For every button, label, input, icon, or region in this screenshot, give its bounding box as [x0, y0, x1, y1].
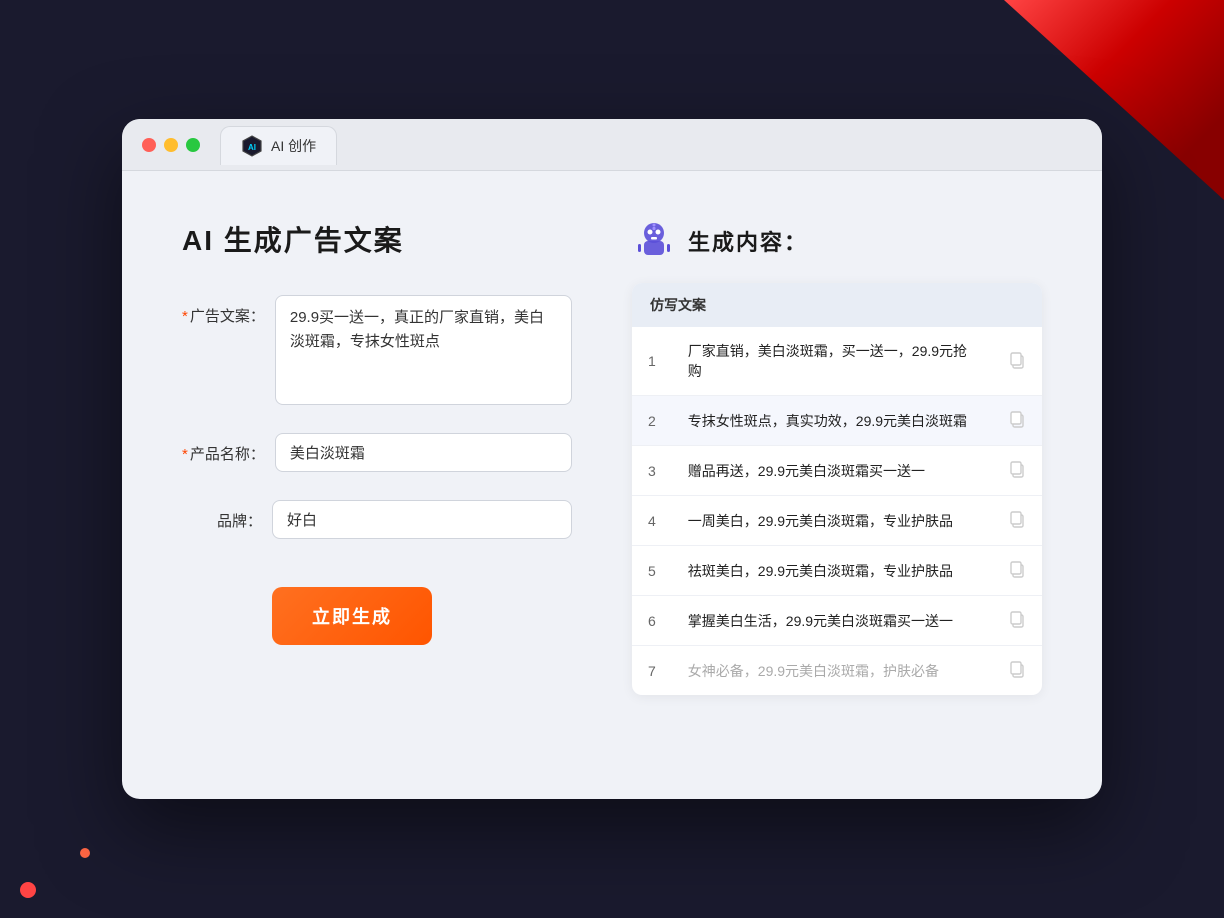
ad-copy-input[interactable]: 29.9买一送一，真正的厂家直销，美白淡斑霜，专抹女性斑点 [275, 295, 572, 405]
table-row: 3赠品再送，29.9元美白淡斑霜买一送一 [632, 446, 1042, 496]
product-name-input[interactable] [275, 433, 572, 472]
copy-button[interactable] [1008, 465, 1026, 481]
page-title: AI 生成广告文案 [182, 219, 572, 259]
browser-tab[interactable]: AI AI 创作 [220, 126, 337, 165]
table-row: 5祛斑美白，29.9元美白淡斑霜，专业护肤品 [632, 546, 1042, 596]
row-text: 一周美白，29.9元美白淡斑霜，专业护肤品 [672, 496, 992, 546]
copy-button[interactable] [1008, 515, 1026, 531]
left-panel: AI 生成广告文案 *广告文案： 29.9买一送一，真正的厂家直销，美白淡斑霜，… [182, 219, 572, 751]
traffic-light-minimize[interactable] [164, 138, 178, 152]
generate-button[interactable]: 立即生成 [272, 587, 432, 645]
browser-window: AI AI 创作 AI 生成广告文案 *广告文案： 29.9买一送一，真正的厂家… [122, 119, 1102, 799]
copy-cell [992, 596, 1042, 646]
row-number: 1 [632, 327, 672, 396]
tab-label: AI 创作 [271, 136, 316, 156]
copy-cell [992, 646, 1042, 696]
row-number: 6 [632, 596, 672, 646]
copy-button[interactable] [1008, 356, 1026, 372]
brand-label: 品牌： [182, 500, 272, 531]
copy-cell [992, 327, 1042, 396]
row-text: 女神必备，29.9元美白淡斑霜，护肤必备 [672, 646, 992, 696]
form-group-brand: 品牌： [182, 500, 572, 539]
brand-input[interactable] [272, 500, 572, 539]
traffic-lights [142, 138, 200, 152]
copy-button[interactable] [1008, 415, 1026, 431]
row-text: 赠品再送，29.9元美白淡斑霜买一送一 [672, 446, 992, 496]
row-text: 掌握美白生活，29.9元美白淡斑霜买一送一 [672, 596, 992, 646]
form-group-product-name: *产品名称： [182, 433, 572, 472]
copy-button[interactable] [1008, 615, 1026, 631]
table-row: 4一周美白，29.9元美白淡斑霜，专业护肤品 [632, 496, 1042, 546]
copy-cell [992, 396, 1042, 446]
result-table: 仿写文案 1厂家直销，美白淡斑霜，买一送一，29.9元抢购2专抹女性斑点，真实功… [632, 283, 1042, 695]
copy-cell [992, 546, 1042, 596]
copy-cell [992, 446, 1042, 496]
product-name-label: *产品名称： [182, 433, 275, 464]
ai-tab-icon: AI [241, 135, 263, 157]
right-panel: 生成内容： 仿写文案 1厂家直销，美白淡斑霜，买一送一，29.9元抢购2专抹女性… [632, 219, 1042, 751]
traffic-light-close[interactable] [142, 138, 156, 152]
bg-decoration-bottom-left [0, 778, 160, 918]
table-row: 1厂家直销，美白淡斑霜，买一送一，29.9元抢购 [632, 327, 1042, 396]
row-text: 厂家直销，美白淡斑霜，买一送一，29.9元抢购 [672, 327, 992, 396]
form-group-ad-copy: *广告文案： 29.9买一送一，真正的厂家直销，美白淡斑霜，专抹女性斑点 [182, 295, 572, 405]
copy-button[interactable] [1008, 665, 1026, 681]
row-text: 专抹女性斑点，真实功效，29.9元美白淡斑霜 [672, 396, 992, 446]
row-number: 3 [632, 446, 672, 496]
row-number: 2 [632, 396, 672, 446]
row-number: 5 [632, 546, 672, 596]
table-header: 仿写文案 [632, 283, 1042, 327]
robot-icon [632, 219, 676, 263]
copy-cell [992, 496, 1042, 546]
ad-copy-label: *广告文案： [182, 295, 275, 326]
svg-text:AI: AI [248, 143, 256, 152]
copy-button[interactable] [1008, 565, 1026, 581]
result-header: 生成内容： [632, 219, 1042, 263]
required-star-product: * [182, 446, 188, 463]
browser-content: AI 生成广告文案 *广告文案： 29.9买一送一，真正的厂家直销，美白淡斑霜，… [122, 171, 1102, 799]
row-number: 4 [632, 496, 672, 546]
result-title: 生成内容： [688, 225, 808, 257]
browser-titlebar: AI AI 创作 [122, 119, 1102, 171]
required-star-ad: * [182, 308, 188, 325]
table-row: 6掌握美白生活，29.9元美白淡斑霜买一送一 [632, 596, 1042, 646]
row-text: 祛斑美白，29.9元美白淡斑霜，专业护肤品 [672, 546, 992, 596]
table-row: 2专抹女性斑点，真实功效，29.9元美白淡斑霜 [632, 396, 1042, 446]
table-row: 7女神必备，29.9元美白淡斑霜，护肤必备 [632, 646, 1042, 696]
traffic-light-maximize[interactable] [186, 138, 200, 152]
row-number: 7 [632, 646, 672, 696]
